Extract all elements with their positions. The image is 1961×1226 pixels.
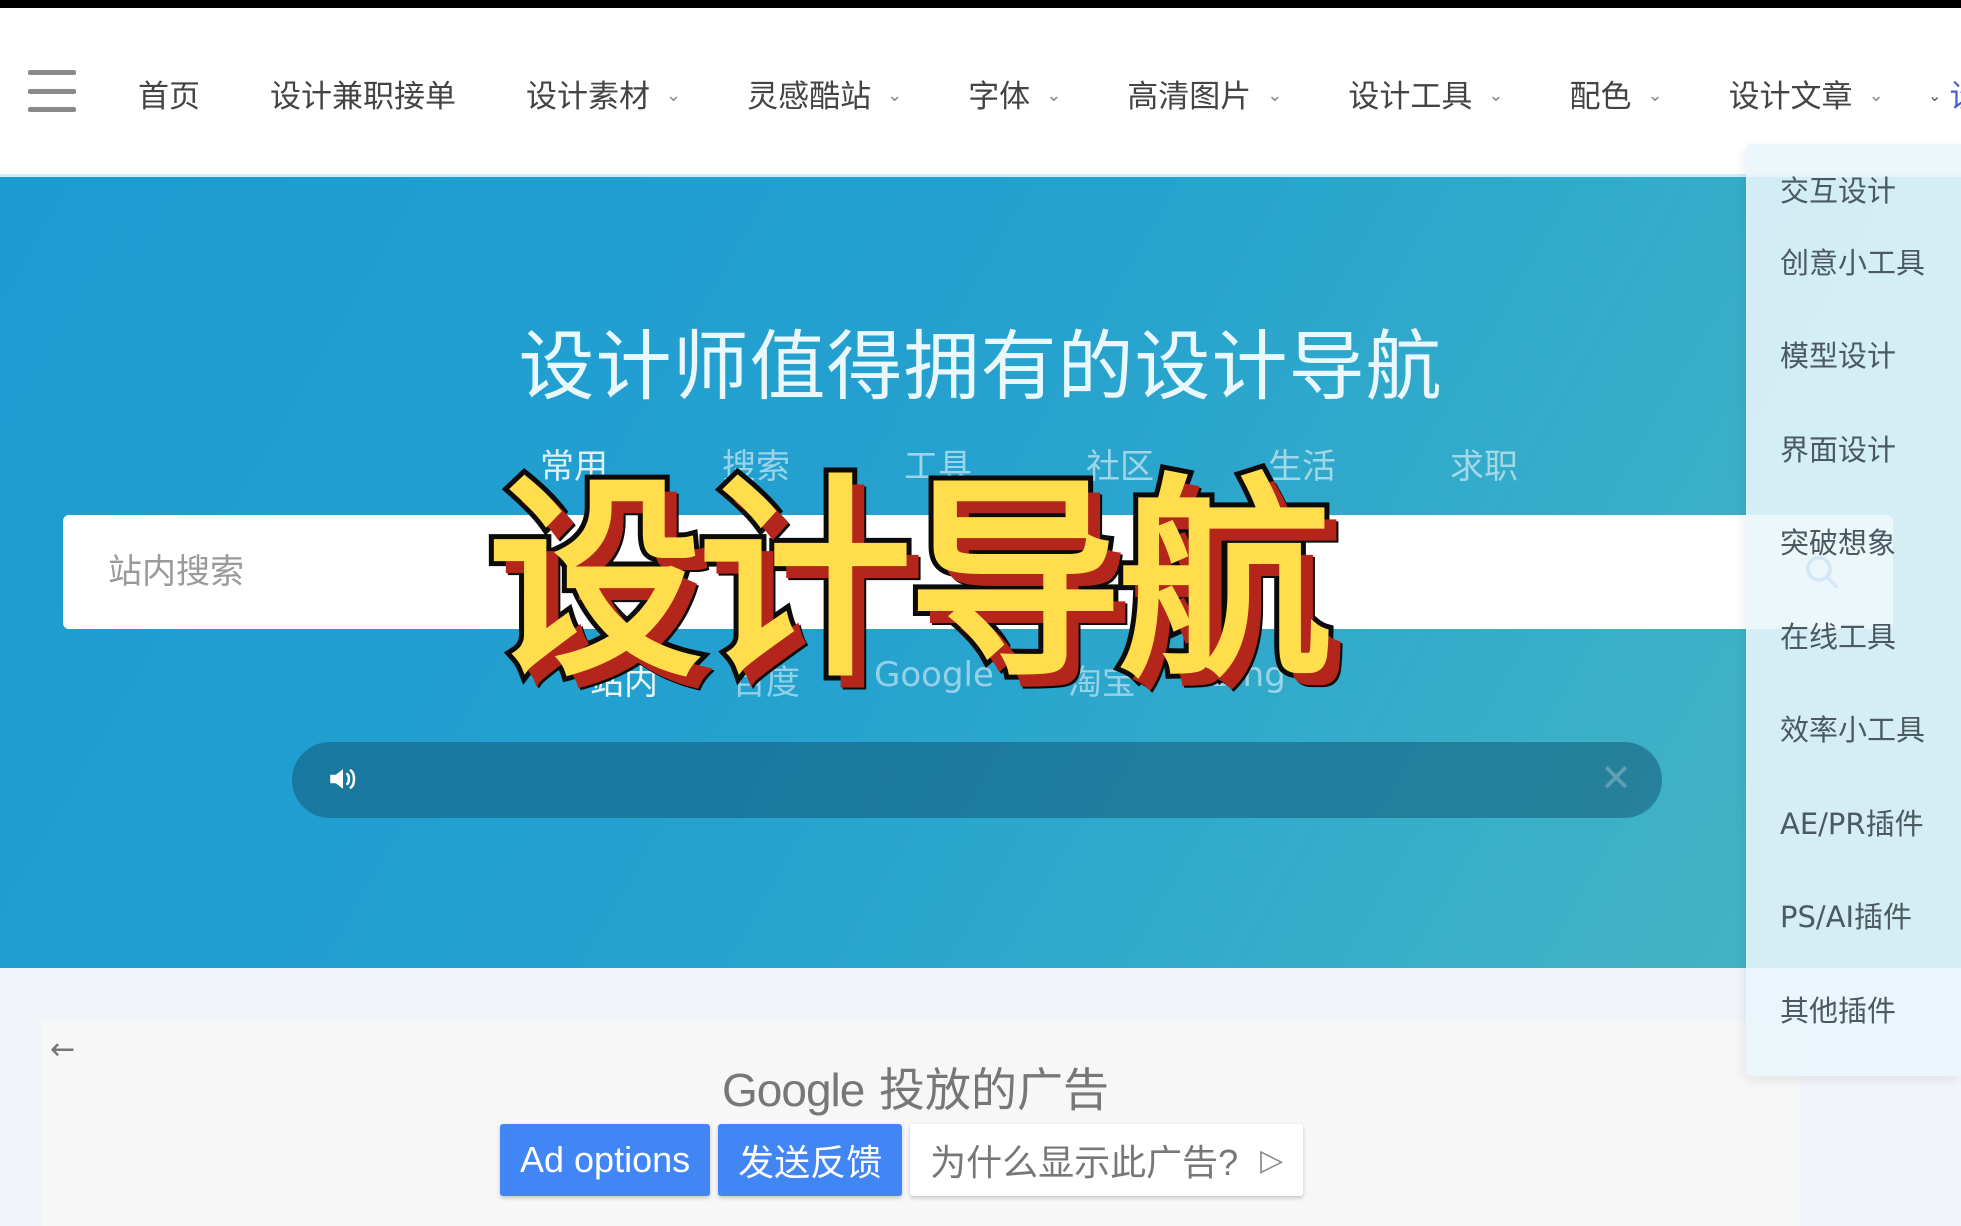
nav-item-fonts[interactable]: 字体 ⌄ (968, 71, 1061, 116)
chevron-down-icon: ⌄ (666, 84, 682, 106)
nav-item-label: 设计兼职接单 (270, 78, 456, 115)
video-overlay-title: 设计导航 (483, 452, 1337, 711)
nav-item-materials[interactable]: 设计素材 ⌄ (526, 71, 681, 116)
nav-item-label: 设计文章 (1728, 78, 1853, 115)
dropdown-item-efficiency-tools[interactable]: 效率小工具 (1746, 682, 1961, 776)
nav-item-software[interactable]: 设计软件 ☝ (1950, 71, 1961, 116)
nav-item-images[interactable]: 高清图片 ⌄ (1127, 71, 1282, 116)
nav-item-articles[interactable]: 设计文章 ⌄ (1729, 71, 1884, 116)
speaker-icon (330, 769, 356, 789)
dropdown-item-other-plugins[interactable]: 其他插件 (1746, 962, 1961, 1056)
ad-card: ← Google 投放的广告 Ad options 发送反馈 为什么显示此广告?… (42, 1022, 1800, 1226)
chevron-down-icon: ⌄ (1267, 84, 1283, 106)
dropdown-item-online-tools[interactable]: 在线工具 (1746, 588, 1961, 682)
dropdown-item-ps-ai-plugins[interactable]: PS/AI插件 (1746, 869, 1961, 963)
nav-item-colors[interactable]: 配色 ⌄ (1569, 71, 1662, 116)
ad-buttons: Ad options 发送反馈 为什么显示此广告? ▷ (500, 1124, 1304, 1196)
ad-heading: Google 投放的广告 (722, 1054, 1109, 1120)
software-dropdown-menu: 交互设计 创意小工具 模型设计 界面设计 突破想象 在线工具 效率小工具 AE/… (1746, 144, 1961, 1076)
chevron-down-icon[interactable]: ⌄ (1928, 86, 1941, 105)
chevron-down-icon: ⌄ (1488, 84, 1504, 106)
ad-heading-text: 投放的广告 (878, 1063, 1109, 1117)
dropdown-item-ui-design[interactable]: 界面设计 (1746, 401, 1961, 495)
nav-item-label: 首页 (138, 78, 200, 115)
dropdown-item-creative-tools[interactable]: 创意小工具 (1746, 214, 1961, 308)
dropdown-item-ae-pr-plugins[interactable]: AE/PR插件 (1746, 775, 1961, 869)
hero-title: 设计师值得拥有的设计导航 (518, 322, 1443, 411)
dropdown-item-imagination[interactable]: 突破想象 (1746, 495, 1961, 589)
why-this-ad-button[interactable]: 为什么显示此广告? ▷ (910, 1124, 1304, 1196)
send-feedback-button[interactable]: 发送反馈 (718, 1124, 903, 1196)
nav-item-label: 字体 (968, 78, 1031, 115)
nav-item-inspiration[interactable]: 灵感酷站 ⌄ (747, 71, 902, 116)
site-header: 首页 设计兼职接单 设计素材 ⌄ 灵感酷站 ⌄ 字体 ⌄ 高清图片 ⌄ 设计工具… (0, 8, 1961, 174)
nav-item-label: 灵感酷站 (747, 78, 872, 115)
dropdown-item-model-design[interactable]: 模型设计 (1746, 308, 1961, 402)
nav-item-label: 设计软件 (1950, 71, 1961, 116)
ad-options-button[interactable]: Ad options (500, 1124, 711, 1196)
tab-jobs[interactable]: 求职 (1450, 439, 1518, 488)
why-this-ad-label: 为什么显示此广告? (930, 1142, 1239, 1183)
nav-item-label: 设计素材 (526, 78, 650, 115)
back-arrow-icon[interactable]: ← (50, 1032, 75, 1067)
nav-item-label: 配色 (1569, 78, 1632, 115)
chevron-down-icon: ⌄ (1647, 84, 1663, 106)
chevron-down-icon: ⌄ (1868, 84, 1884, 106)
nav-item-home[interactable]: 首页 (138, 71, 200, 116)
close-icon[interactable]: ✕ (1600, 756, 1632, 800)
top-black-bar (0, 0, 1961, 8)
dropdown-item-interaction[interactable]: 交互设计 (1746, 168, 1961, 214)
nav-item-label: 高清图片 (1127, 78, 1252, 115)
nav-item-label: 设计工具 (1348, 78, 1473, 115)
nav-item-tools[interactable]: 设计工具 ⌄ (1348, 71, 1503, 116)
adchoices-icon: ▷ (1260, 1143, 1284, 1177)
notice-bar: ✕ (292, 742, 1662, 818)
hamburger-icon[interactable] (28, 70, 76, 112)
chevron-down-icon: ⌄ (887, 84, 903, 106)
nav-item-freelance[interactable]: 设计兼职接单 (270, 71, 456, 116)
chevron-down-icon: ⌄ (1046, 84, 1062, 106)
google-logo-text: Google (722, 1064, 865, 1116)
main-nav: 首页 设计兼职接单 设计素材 ⌄ 灵感酷站 ⌄ 字体 ⌄ 高清图片 ⌄ 设计工具… (138, 68, 1961, 118)
